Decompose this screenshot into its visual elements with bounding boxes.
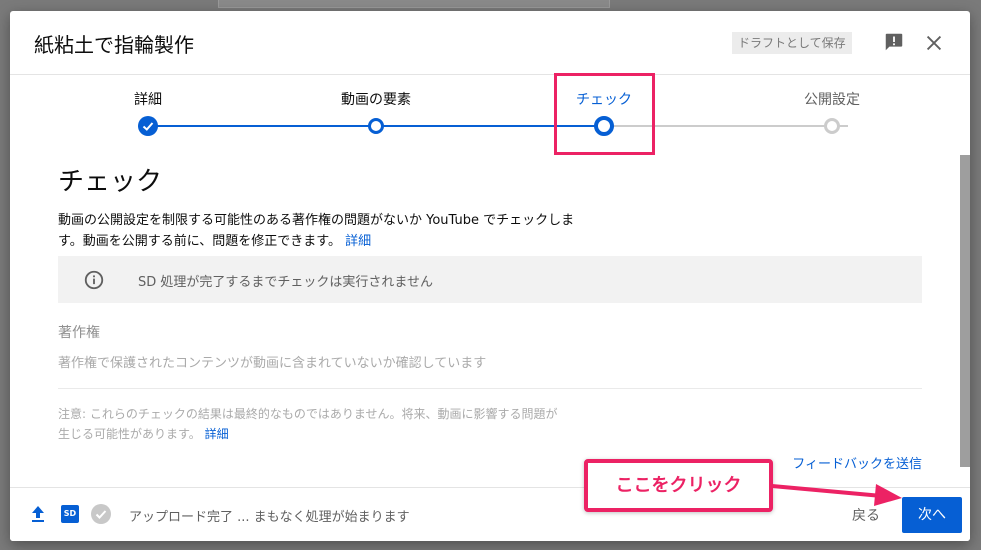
step-details-check-icon[interactable]: [138, 116, 158, 136]
sd-badge-icon: SD: [61, 505, 79, 523]
annotation-arrow-icon: [771, 484, 902, 506]
copyright-title: 著作権: [58, 325, 100, 341]
step-elements-dot[interactable]: [368, 118, 384, 134]
step-elements-label[interactable]: 動画の要素: [341, 89, 411, 109]
scrollbar[interactable]: [960, 155, 970, 467]
info-icon: [84, 270, 104, 290]
progress-stepper: 詳細 動画の要素 チェック 公開設定: [10, 75, 970, 155]
details-link[interactable]: 詳細: [345, 234, 371, 249]
dialog-header: 紙粘土で指輪製作 ドラフトとして保存: [10, 11, 970, 75]
sd-notice-text: SD 処理が完了するまでチェックは実行されません: [138, 275, 434, 290]
upload-icon: [32, 506, 44, 522]
sd-processing-notice: SD 処理が完了するまでチェックは実行されません: [58, 256, 922, 303]
note-text: 注意: これらのチェックの結果は最終的なものではありません。将来、動画に影響する…: [58, 407, 558, 441]
copyright-status: 著作権で保護されたコンテンツが動画に含まれていないか確認しています: [58, 356, 487, 371]
check-description: 動画の公開設定を制限する可能性のある著作権の問題がないか YouTube でチェ…: [58, 210, 578, 252]
note-details-link[interactable]: 詳細: [205, 427, 229, 441]
divider: [58, 388, 922, 389]
annotation-highlight-box: [554, 73, 655, 155]
next-button[interactable]: 次へ: [902, 497, 962, 533]
check-description-text: 動画の公開設定を制限する可能性のある著作権の問題がないか YouTube でチェ…: [58, 213, 575, 249]
feedback-icon[interactable]: [883, 31, 905, 53]
upload-status-text: アップロード完了 ... まもなく処理が始まります: [129, 510, 410, 525]
background-search-bar: [218, 0, 610, 8]
send-feedback-link[interactable]: フィードバックを送信: [792, 453, 922, 472]
check-content: チェック 動画の公開設定を制限する可能性のある著作権の問題がないか YouTub…: [58, 159, 922, 472]
annotation-callout: ここをクリック: [584, 459, 773, 512]
step-visibility-dot[interactable]: [824, 118, 840, 134]
check-heading: チェック: [58, 167, 163, 197]
close-icon[interactable]: [923, 32, 945, 54]
upload-dialog: 紙粘土で指輪製作 ドラフトとして保存 詳細 動画の要素 チェック 公開設定 チェ…: [10, 11, 970, 541]
step-details-label[interactable]: 詳細: [134, 89, 162, 109]
step-visibility-label[interactable]: 公開設定: [804, 89, 860, 109]
check-note: 注意: これらのチェックの結果は最終的なものではありません。将来、動画に影響する…: [58, 404, 558, 444]
save-draft-button[interactable]: ドラフトとして保存: [732, 32, 852, 54]
dialog-title: 紙粘土で指輪製作: [34, 33, 194, 57]
check-circle-icon: [91, 504, 111, 524]
